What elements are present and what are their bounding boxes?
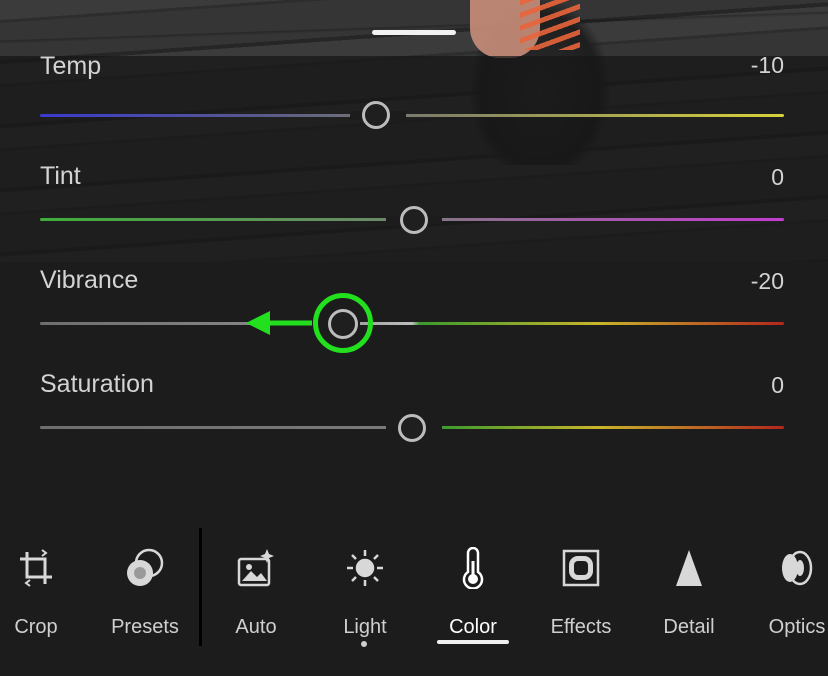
tool-presets[interactable]: Presets xyxy=(91,546,199,656)
vibrance-value: -20 xyxy=(750,268,784,294)
temp-track[interactable] xyxy=(40,114,784,117)
optics-icon xyxy=(775,546,819,590)
arrow-left-icon xyxy=(246,311,270,335)
crop-icon xyxy=(14,546,58,590)
temp-thumb[interactable] xyxy=(362,101,390,129)
highlight-ring xyxy=(313,293,373,353)
temp-slider-row: Temp -10 xyxy=(40,56,784,136)
edit-toolbar: Crop Presets Auto Light Color Effects De… xyxy=(0,528,828,676)
vibrance-track[interactable] xyxy=(40,322,784,325)
saturation-slider-row: Saturation 0 xyxy=(40,370,784,450)
drag-left-annotation xyxy=(246,293,373,353)
vibrance-label: Vibrance xyxy=(40,266,139,294)
tool-detail[interactable]: Detail xyxy=(635,546,743,656)
active-tab-indicator xyxy=(437,640,509,644)
temp-value: -10 xyxy=(750,56,784,78)
tool-optics[interactable]: Optics xyxy=(743,546,828,656)
home-indicator[interactable] xyxy=(372,30,456,35)
effects-icon xyxy=(559,546,603,590)
tool-effects[interactable]: Effects xyxy=(527,546,635,656)
detail-icon xyxy=(667,546,711,590)
saturation-label: Saturation xyxy=(40,370,154,398)
tint-thumb[interactable] xyxy=(400,206,428,234)
tool-crop[interactable]: Crop xyxy=(0,546,90,656)
shoelace-image xyxy=(520,0,580,50)
vibrance-slider-row: Vibrance -20 xyxy=(40,266,784,366)
light-adjusted-dot xyxy=(361,641,367,647)
saturation-thumb[interactable] xyxy=(398,414,426,442)
tint-label: Tint xyxy=(40,162,81,190)
presets-icon xyxy=(123,546,167,590)
tool-light[interactable]: Light xyxy=(311,546,419,656)
temp-label: Temp xyxy=(40,56,102,80)
color-thermometer-icon xyxy=(451,546,495,590)
tool-auto[interactable]: Auto xyxy=(202,546,310,656)
tint-slider-row: Tint 0 xyxy=(40,162,784,242)
auto-icon xyxy=(234,546,278,590)
light-icon xyxy=(343,546,387,590)
tint-value: 0 xyxy=(771,164,784,190)
saturation-value: 0 xyxy=(771,372,784,398)
